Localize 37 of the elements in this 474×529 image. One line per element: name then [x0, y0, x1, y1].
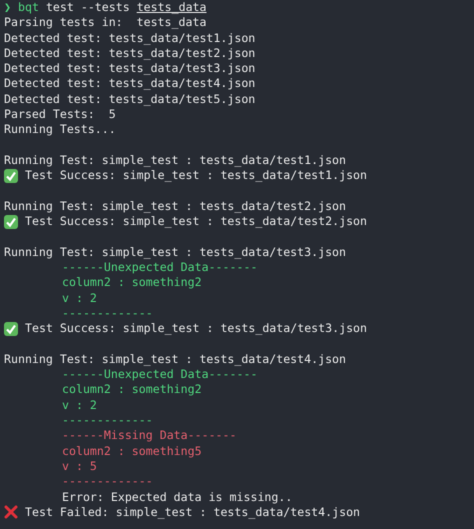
command-arguments: test --tests [46, 0, 130, 16]
output-line: Running Test: simple_test : tests_data/test4.json [4, 352, 346, 368]
output-line: Test Failed: simple_test : tests_data/test4.json [25, 504, 360, 520]
output-line: Parsed Tests: 5 [4, 107, 116, 122]
output-line: Error: Expected data is missing.. [62, 490, 292, 505]
output-line: Detected test: tests_data/test1.json [4, 30, 256, 46]
output-line: Detected test: tests_data/test3.json [4, 61, 256, 76]
output-line: ------------- [62, 474, 153, 490]
prompt-symbol: ❯ [4, 0, 11, 16]
checkmark-icon [4, 168, 18, 183]
output-line: v : 2 [62, 398, 97, 414]
output-line: Running Test: simple_test : tests_data/test3.json [4, 244, 346, 260]
output-line: column2 : something5 [62, 444, 202, 459]
output-line: ------Unexpected Data------- [62, 367, 258, 382]
output-line: Parsing tests in: tests_data [4, 15, 206, 31]
checkmark-icon [4, 322, 18, 336]
output-line: Running Tests... [4, 122, 116, 138]
output-line: column2 : something2 [62, 275, 202, 291]
output-line: Detected test: tests_data/test5.json [4, 92, 256, 108]
output-line: Test Success: simple_test : tests_data/test2.json [25, 214, 368, 230]
checkmark-icon [4, 214, 18, 229]
output-line: Detected test: tests_data/test2.json [4, 46, 256, 62]
cross-icon [4, 505, 18, 520]
output-line: column2 : something2 [62, 382, 202, 398]
output-line: ------Unexpected Data------- [62, 260, 258, 276]
output-line: Test Success: simple_test : tests_data/test1.json [25, 168, 368, 184]
output-line: v : 2 [62, 290, 97, 306]
command-path: tests_data [136, 0, 207, 16]
output-line: Running Test: simple_test : tests_data/test2.json [4, 198, 346, 214]
output-line: Detected test: tests_data/test4.json [4, 76, 256, 92]
output-line: v : 5 [62, 458, 97, 474]
command-name: bqt [18, 0, 39, 16]
output-line: Running Test: simple_test : tests_data/test1.json [4, 152, 346, 168]
output-line: Test Success: simple_test : tests_data/test3.json [25, 321, 368, 337]
output-line: ------------- [62, 413, 153, 428]
output-line: ------------- [62, 306, 153, 322]
output-line: ------Missing Data------- [62, 428, 237, 444]
